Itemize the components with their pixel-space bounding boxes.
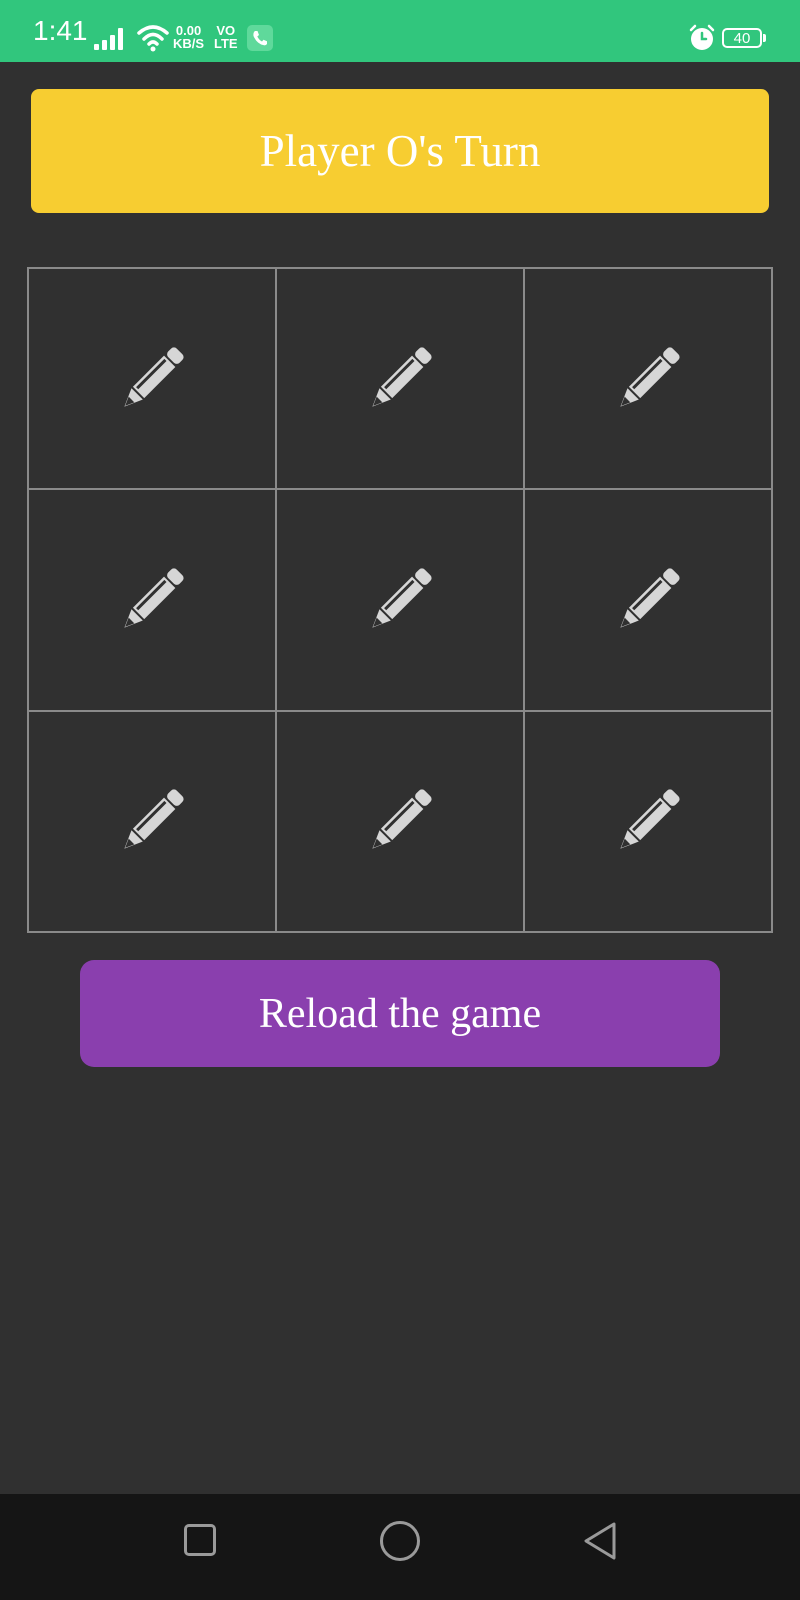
recents-square-icon[interactable]	[184, 1524, 216, 1556]
board-cell[interactable]	[28, 268, 276, 490]
battery-icon: 40	[722, 28, 762, 48]
turn-banner: Player O's Turn	[31, 89, 769, 213]
turn-text: Player O's Turn	[259, 126, 541, 176]
pencil-icon	[124, 347, 184, 407]
board-cell[interactable]	[28, 710, 276, 932]
board-cell[interactable]	[524, 710, 772, 932]
board-cell[interactable]	[276, 710, 524, 932]
pencil-icon	[372, 347, 432, 407]
status-time: 1:41	[33, 15, 88, 46]
signal-icon	[94, 28, 123, 50]
reload-button-label: Reload the game	[258, 990, 542, 1037]
alarm-icon	[689, 24, 715, 50]
home-circle-icon[interactable]	[380, 1521, 420, 1561]
network-speed: 0.00 KB/S	[173, 24, 204, 50]
reload-button[interactable]: Reload the game	[80, 960, 720, 1067]
call-icon	[247, 25, 273, 51]
volte-indicator: VO LTE	[214, 24, 238, 50]
pencil-icon	[372, 568, 432, 628]
battery-nub	[763, 34, 766, 42]
pencil-icon	[620, 789, 680, 849]
network-speed-unit: KB/S	[173, 36, 205, 51]
navigation-bar	[0, 1494, 800, 1600]
volte-bottom: LTE	[214, 36, 238, 51]
pencil-icon	[372, 789, 432, 849]
pencil-icon	[620, 568, 680, 628]
pencil-icon	[124, 789, 184, 849]
battery-level: 40	[733, 30, 751, 47]
wifi-icon	[137, 25, 169, 52]
board-cell[interactable]	[276, 489, 524, 711]
status-bar: 1:41 0.00 KB/S VO LTE 40	[0, 0, 800, 62]
board-cell[interactable]	[524, 489, 772, 711]
game-board	[27, 267, 773, 933]
board-cell[interactable]	[524, 268, 772, 490]
board-cell[interactable]	[28, 489, 276, 711]
board-cell[interactable]	[276, 268, 524, 490]
pencil-icon	[124, 568, 184, 628]
back-triangle-icon[interactable]	[580, 1519, 620, 1563]
pencil-icon	[620, 347, 680, 407]
